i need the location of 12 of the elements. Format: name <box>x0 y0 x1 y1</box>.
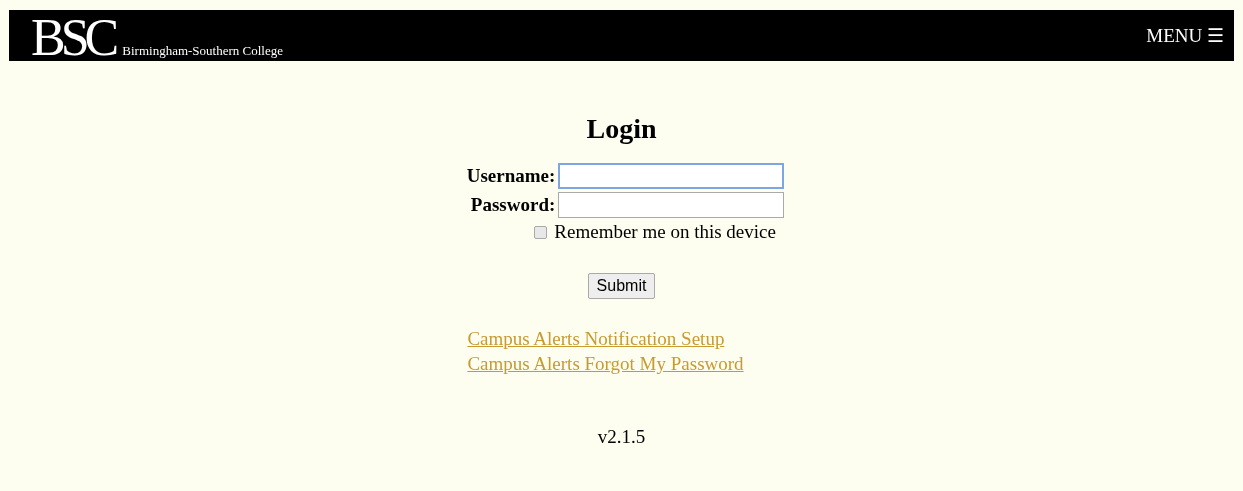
remember-label: Remember me on this device <box>554 221 776 243</box>
login-title: Login <box>586 113 657 145</box>
field-label: Password: <box>469 194 556 216</box>
logo-mark: BSC <box>31 15 115 61</box>
input-field[interactable] <box>558 192 785 218</box>
college-name: Birmingham-Southern College <box>122 43 283 59</box>
version-text: v2.1.5 <box>597 426 646 448</box>
field-label: Username: <box>466 165 556 187</box>
remember-checkbox[interactable] <box>534 225 548 239</box>
menu-button[interactable]: MENU ☰ <box>1146 24 1224 47</box>
input-field[interactable] <box>558 163 785 189</box>
submit-button[interactable]: Submit <box>587 273 656 299</box>
